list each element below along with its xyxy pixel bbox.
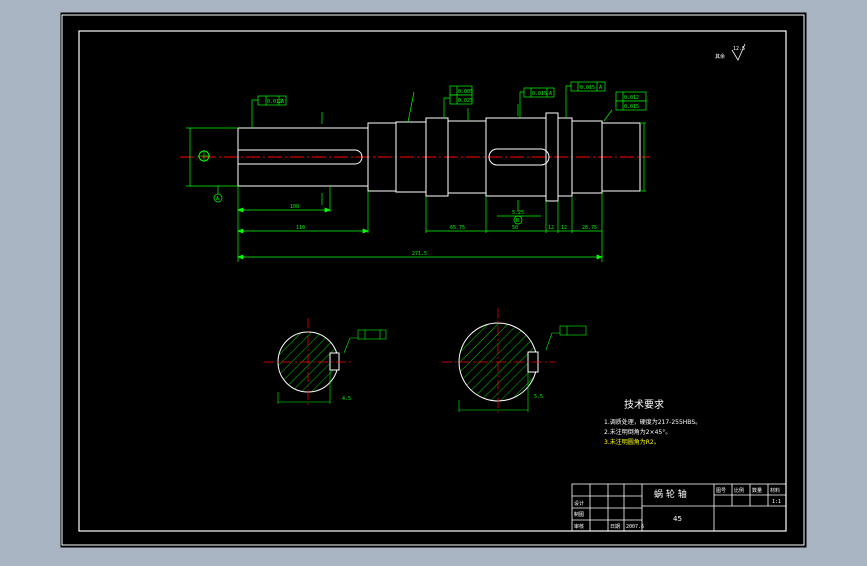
- tech-item-3: 3.未注明圆角为R2。: [604, 438, 660, 446]
- tol-val-5: 0.015: [580, 85, 595, 91]
- datum-label-a: A: [216, 196, 219, 202]
- tol-ref-1: A: [281, 99, 284, 105]
- dim-5-25: 5.25: [512, 210, 524, 216]
- dim-100: 100: [290, 204, 299, 210]
- datum-label-b: B: [516, 218, 519, 224]
- dim-65-75: 65.75: [450, 225, 465, 231]
- tech-item-1: 1.调质处理，硬度为217-255HBS。: [604, 418, 701, 426]
- tech-item-2: 2.未注明倒角为2×45°。: [604, 428, 671, 436]
- dim-28-75: 28.75: [582, 225, 597, 231]
- roughness-prefix: 其余: [715, 53, 725, 60]
- date-code: 2007.6: [626, 524, 644, 530]
- header-drawing-no: 图号: [716, 488, 726, 494]
- dim-50: 50: [512, 225, 518, 231]
- section-a-keyway: [329, 352, 340, 371]
- section-a-key-depth: 4.5: [342, 396, 351, 402]
- row-draw: 制图: [574, 511, 584, 518]
- tol-val-3: 0.025: [458, 98, 473, 104]
- sheet-paper: [60, 12, 807, 548]
- drawing-viewport: 其余 12.5 0.012 A 0.005 0.025 0.015 A 0.01…: [0, 0, 867, 562]
- tol-val-7: 0.015: [624, 104, 639, 110]
- tol-val-2: 0.005: [458, 89, 473, 95]
- tech-title: 技术要求: [624, 398, 664, 411]
- material: 45: [673, 515, 682, 523]
- header-quantity: 数量: [752, 487, 762, 494]
- tol-val-4: 0.015: [532, 91, 547, 97]
- tol-ref-5: A: [599, 85, 602, 91]
- tol-val-1: 0.012: [267, 99, 282, 105]
- scale-value: 1:1: [772, 499, 781, 505]
- tol-val-6: 0.012: [624, 95, 639, 101]
- date-label: 日期: [610, 524, 620, 530]
- section-b-key-depth: 5.5: [534, 394, 543, 400]
- row-review: 审核: [574, 523, 584, 530]
- dim-12b: 12: [561, 225, 567, 231]
- part-name: 蜗 轮 轴: [654, 488, 687, 500]
- dim-271-5: 271.5: [412, 251, 427, 257]
- dim-110: 110: [296, 225, 305, 231]
- dim-12a: 12: [548, 225, 554, 231]
- row-design: 设计: [574, 500, 584, 507]
- header-material: 材料: [770, 487, 780, 494]
- header-scale: 比例: [734, 487, 744, 494]
- tol-ref-4: A: [549, 91, 552, 97]
- roughness-value: 12.5: [733, 46, 745, 52]
- cad-drawing: 其余 12.5 0.012 A 0.005 0.025 0.015 A 0.01…: [60, 12, 807, 548]
